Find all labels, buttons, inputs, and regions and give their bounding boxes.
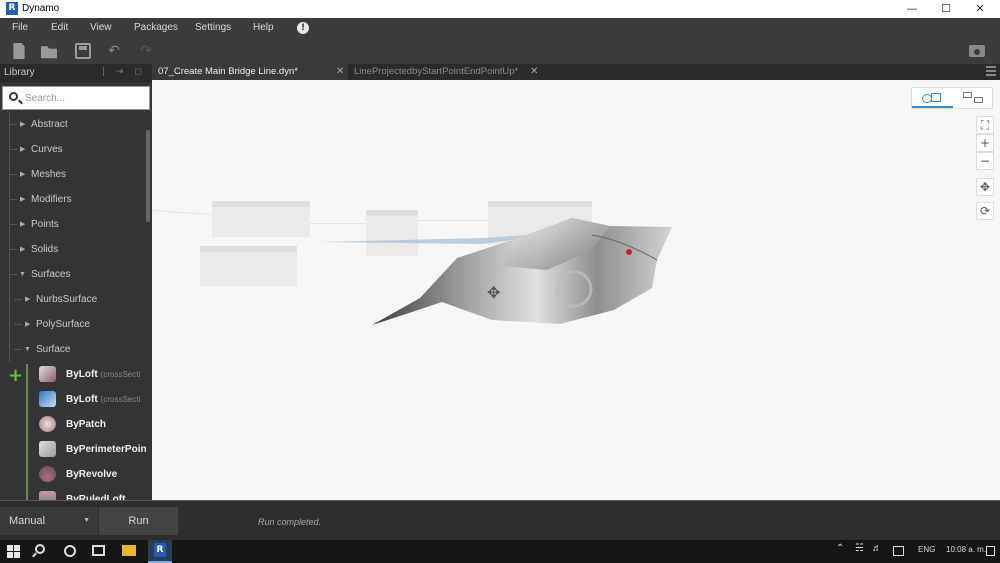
new-file-icon[interactable] <box>13 43 25 59</box>
menu-view[interactable]: View <box>90 22 112 33</box>
file-explorer-icon[interactable] <box>122 545 136 556</box>
svg-text:✥: ✥ <box>487 283 500 302</box>
run-status-text: Run completed. <box>258 517 322 527</box>
library-panel: Library | ⇥ ◻ ▶ Abstract ▶ Curves ▶ Mesh… <box>0 64 152 500</box>
ruled-loft-icon <box>39 491 56 500</box>
library-category-points[interactable]: ▶ Points <box>0 212 146 237</box>
lofted-surface-preview <box>372 218 672 325</box>
library-category-abstract[interactable]: ▶ Abstract <box>0 112 146 137</box>
revit-logo-icon: R <box>6 2 18 15</box>
search-icon <box>9 92 18 101</box>
chevron-down-icon: ▼ <box>83 517 90 524</box>
loft-guide-icon <box>39 391 56 407</box>
clock[interactable]: 10:08 a. m. <box>946 545 986 554</box>
navigation-controls: ⛶ + − ✥ ⟳ <box>976 116 994 220</box>
3d-geometry-view-icon[interactable] <box>912 88 953 108</box>
menu-edit[interactable]: Edit <box>51 22 68 33</box>
library-category-solids[interactable]: ▶ Solids <box>0 237 146 262</box>
menu-help[interactable]: Help <box>253 22 274 33</box>
tab-overflow-menu-icon[interactable] <box>986 66 996 76</box>
patch-icon <box>39 416 56 432</box>
title-bar: R Dynamo — ☐ ✕ <box>0 0 1000 18</box>
notification-alert-icon[interactable]: ! <box>297 22 309 34</box>
tray-chevron-up-icon[interactable]: ⌃ <box>836 543 844 554</box>
perimeter-points-icon <box>39 441 56 457</box>
minimize-button[interactable]: — <box>895 0 929 18</box>
keyboard-icon[interactable] <box>893 546 904 556</box>
screenshot-camera-icon[interactable] <box>969 45 985 57</box>
library-header-icons[interactable]: | ⇥ ◻ <box>102 67 146 77</box>
run-mode-select[interactable]: Manual ▼ <box>0 507 98 535</box>
library-node-byperimeterpoints[interactable]: ByPerimeterPoin <box>36 437 146 462</box>
library-category-meshes[interactable]: ▶ Meshes <box>0 162 146 187</box>
library-search-box[interactable] <box>2 86 150 110</box>
library-title: Library <box>4 67 35 78</box>
windows-start-icon[interactable] <box>7 545 20 558</box>
create-section-guide <box>26 364 28 500</box>
library-tree: ▶ Abstract ▶ Curves ▶ Meshes ▶ Modifiers… <box>0 112 146 500</box>
open-file-icon[interactable] <box>41 46 57 59</box>
menu-settings[interactable]: Settings <box>195 22 231 33</box>
notification-center-icon[interactable] <box>986 546 995 556</box>
tab-line-projected[interactable]: LineProjectedbyStartPointEndPointUp* ✕ <box>348 64 542 80</box>
toolbar: ↶ ↷ <box>0 38 1000 64</box>
library-subcategory-nurbssurface[interactable]: ▶ NurbsSurface <box>0 287 146 312</box>
language-indicator[interactable]: ENG <box>918 545 935 554</box>
revolve-icon <box>39 466 56 482</box>
orbit-icon[interactable]: ⟳ <box>976 202 994 220</box>
run-bar: Manual ▼ Run Run completed. <box>0 500 1000 540</box>
windows-taskbar: R ⌃ ☵ ♬ ENG 10:08 a. m. <box>0 540 1000 563</box>
library-category-curves[interactable]: ▶ Curves <box>0 137 146 162</box>
view-mode-toggle <box>911 87 993 109</box>
workspace-canvas[interactable]: ✥ ⛶ + − ✥ ⟳ <box>152 80 1000 500</box>
menu-bar: File Edit View Packages Settings Help ! <box>0 18 1000 38</box>
workspace-tab-bar: 07_Create Main Bridge Line.dyn* ✕ LinePr… <box>152 64 1000 80</box>
add-create-icon: + <box>8 365 24 386</box>
library-node-byloft-guides[interactable]: ByLoft (crossSecti <box>36 387 146 412</box>
library-node-byloft[interactable]: ByLoft (crossSecti <box>36 362 146 387</box>
library-node-byruledloft[interactable]: ByRuledLoft <box>36 487 146 500</box>
window-title: Dynamo <box>22 3 60 14</box>
maximize-button[interactable]: ☐ <box>929 0 963 18</box>
tab-main-bridge-line[interactable]: 07_Create Main Bridge Line.dyn* ✕ <box>152 64 348 80</box>
zoom-to-fit-icon[interactable]: ⛶ <box>976 116 994 134</box>
close-tab-icon[interactable]: ✕ <box>336 64 344 79</box>
library-node-bypatch[interactable]: ByPatch <box>36 412 146 437</box>
library-scrollbar[interactable] <box>146 130 150 222</box>
run-button[interactable]: Run <box>98 507 178 535</box>
close-button[interactable]: ✕ <box>963 0 997 18</box>
pan-icon[interactable]: ✥ <box>976 178 994 196</box>
library-subcategory-surface[interactable]: ▼ Surface <box>0 337 146 362</box>
geometry-preview: ✥ <box>318 218 672 325</box>
library-category-surfaces[interactable]: ▼ Surfaces <box>0 262 146 287</box>
graph-node-view-icon[interactable] <box>953 88 994 108</box>
taskbar-search-icon[interactable] <box>35 544 45 554</box>
library-category-modifiers[interactable]: ▶ Modifiers <box>0 187 146 212</box>
loft-icon <box>39 366 56 382</box>
cortana-icon[interactable] <box>64 545 76 557</box>
dynamo-window: { "window": { "title": "Dynamo", "logo_l… <box>0 0 1000 563</box>
close-tab-icon[interactable]: ✕ <box>530 64 538 79</box>
redo-icon[interactable]: ↷ <box>138 43 154 59</box>
task-view-icon[interactable] <box>92 545 105 556</box>
save-icon[interactable] <box>75 43 91 59</box>
wifi-icon[interactable]: ☵ <box>855 543 864 554</box>
undo-icon[interactable]: ↶ <box>106 43 122 59</box>
zoom-in-icon[interactable]: + <box>976 134 994 152</box>
library-subcategory-polysurface[interactable]: ▶ PolySurface <box>0 312 146 337</box>
menu-packages[interactable]: Packages <box>134 22 178 33</box>
menu-file[interactable]: File <box>12 22 28 33</box>
library-search-input[interactable] <box>25 90 145 106</box>
volume-icon[interactable]: ♬ <box>872 543 882 554</box>
zoom-out-icon[interactable]: − <box>976 152 994 170</box>
library-header: Library | ⇥ ◻ <box>0 64 152 82</box>
revit-taskbar-icon[interactable]: R <box>148 540 172 563</box>
library-node-byrevolve[interactable]: ByRevolve <box>36 462 146 487</box>
